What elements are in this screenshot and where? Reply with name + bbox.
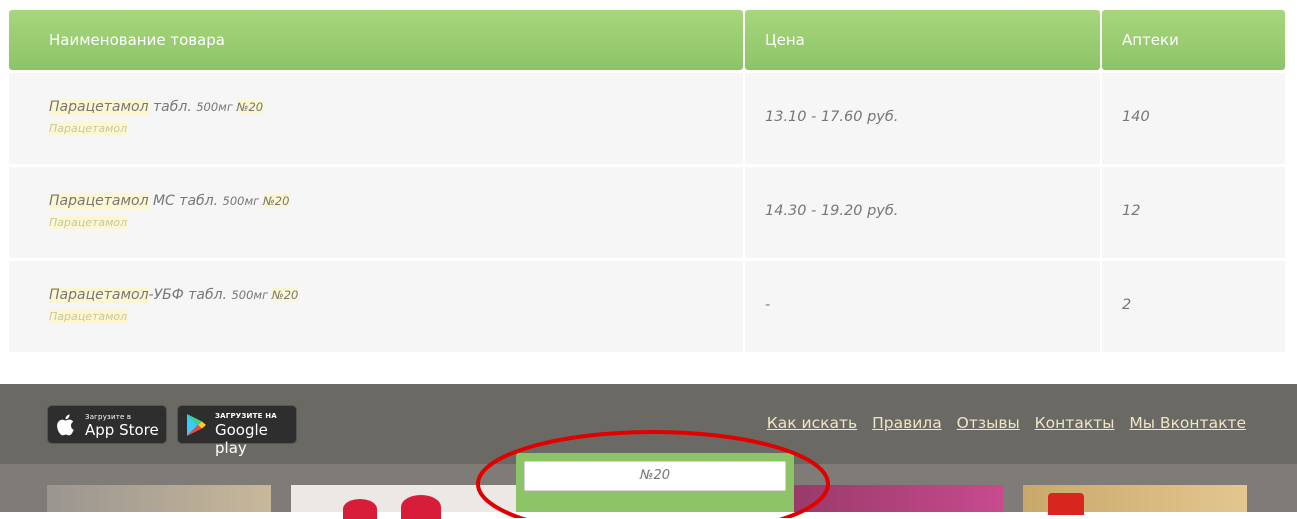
- highlight-ellipse: [476, 430, 830, 518]
- product-name[interactable]: Парацетамол табл. 500мг №20: [49, 99, 264, 115]
- link-reviews[interactable]: Отзывы: [957, 414, 1020, 432]
- header-pharmacies: Аптеки: [1102, 10, 1285, 70]
- table-row[interactable]: Парацетамол МС табл. 500мг №20 Парацетам…: [9, 167, 743, 258]
- price-cell: -: [745, 261, 1100, 352]
- google-play-button[interactable]: ЗАГРУЗИТЕ НА Google play: [177, 405, 297, 457]
- product-substance: Парацетамол: [49, 310, 128, 323]
- link-contacts[interactable]: Контакты: [1035, 414, 1115, 432]
- link-rules[interactable]: Правила: [872, 414, 942, 432]
- pharmacies-cell: 2: [1102, 261, 1285, 352]
- product-substance: Парацетамол: [49, 122, 128, 135]
- link-vkontakte[interactable]: Мы Вконтакте: [1129, 414, 1246, 432]
- header-name: Наименование товара: [9, 10, 743, 70]
- product-name[interactable]: Парацетамол-УБФ табл. 500мг №20: [49, 287, 299, 303]
- google-play-icon: [187, 414, 206, 436]
- product-substance: Парацетамол: [49, 216, 128, 229]
- pharmacies-cell: 12: [1102, 167, 1285, 258]
- heart-shape: [401, 495, 441, 519]
- header-price: Цена: [745, 10, 1100, 70]
- apple-icon: [57, 414, 74, 436]
- product-name[interactable]: Парацетамол МС табл. 500мг №20: [49, 193, 290, 209]
- table-row[interactable]: Парацетамол табл. 500мг №20 Парацетамол: [9, 73, 743, 164]
- app-store-button[interactable]: Загрузите в App Store: [47, 405, 167, 444]
- promo-image[interactable]: [1023, 485, 1247, 515]
- pharmacies-cell: 140: [1102, 73, 1285, 164]
- price-cell: 14.30 - 19.20 руб.: [745, 167, 1100, 258]
- promo-image[interactable]: [47, 485, 271, 512]
- price-cell: 13.10 - 17.60 руб.: [745, 73, 1100, 164]
- table-row[interactable]: Парацетамол-УБФ табл. 500мг №20 Парацета…: [9, 261, 743, 352]
- heart-shape: [343, 499, 377, 519]
